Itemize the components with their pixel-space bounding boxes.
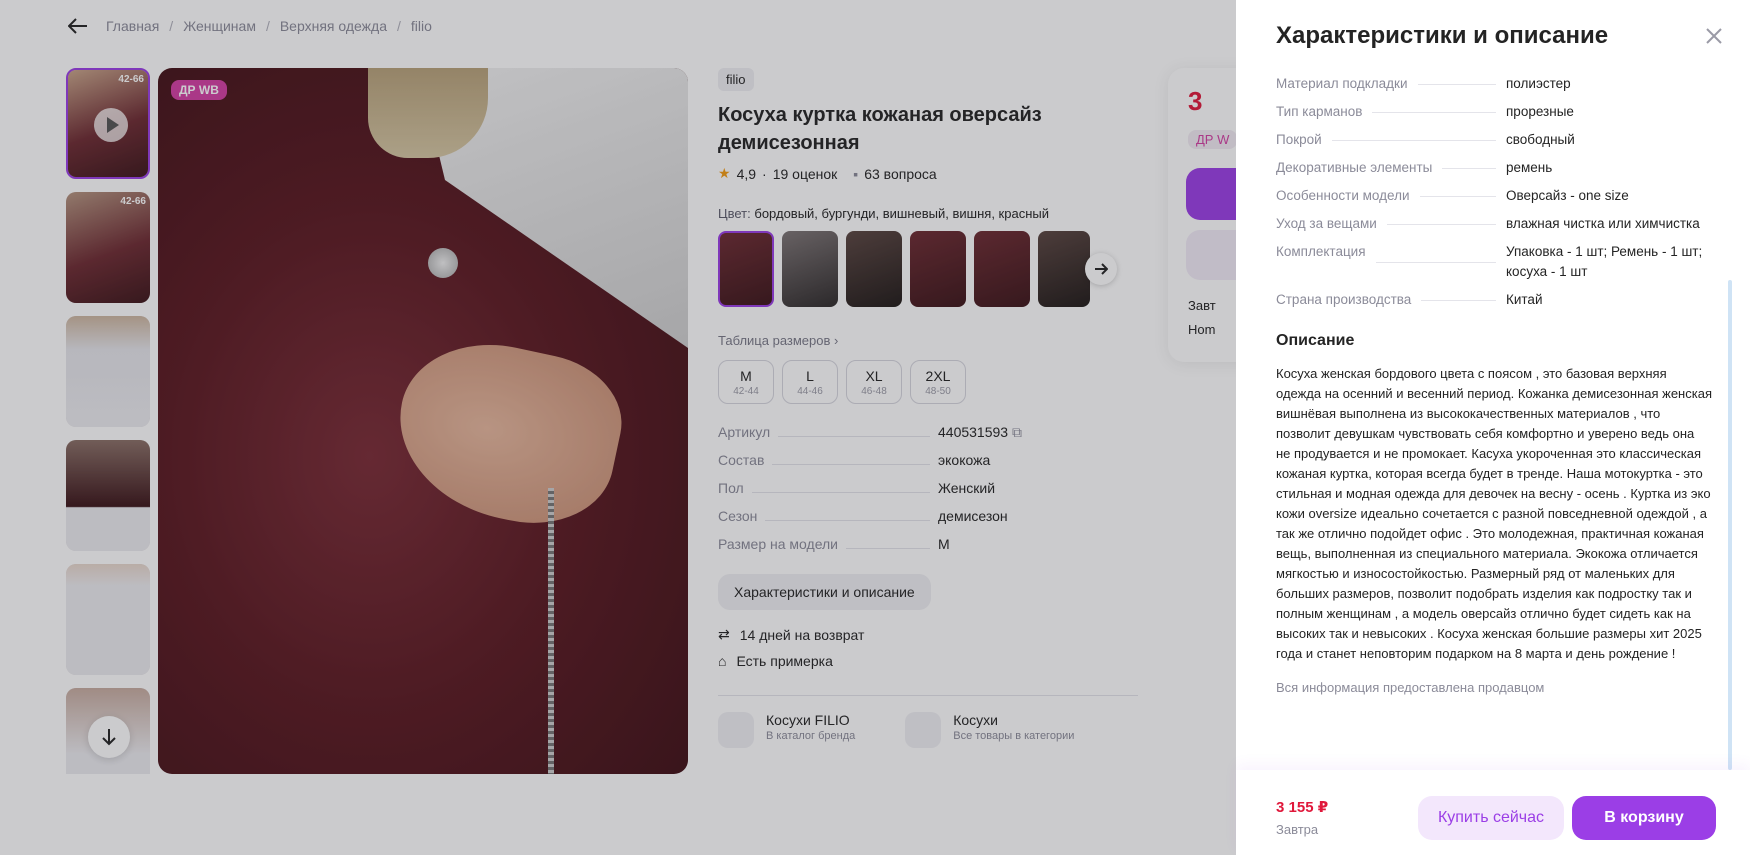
panel-spec-row: Особенности модели Оверсайз - one size <box>1276 186 1716 206</box>
spec-leader <box>1421 299 1496 301</box>
spec-leader <box>1442 167 1496 169</box>
spec-leader <box>1331 139 1496 141</box>
panel-spec-row: Уход за вещами влажная чистка или химчист… <box>1276 214 1716 234</box>
panel-spec-value: Упаковка - 1 шт; Ремень - 1 шт; косуха -… <box>1506 244 1703 279</box>
spec-leader <box>1417 83 1496 85</box>
spec-leader <box>1375 261 1496 263</box>
panel-content[interactable]: Материал подкладки полиэстер Тип карманов… <box>1276 74 1716 770</box>
panel-spec-value: прорезные <box>1506 104 1574 119</box>
panel-spec-value: Китай <box>1506 292 1543 307</box>
panel-spec-key: Уход за вещами <box>1276 216 1377 231</box>
description-text: Косуха женская бордового цвета с поясом … <box>1276 366 1712 661</box>
panel-spec-value: полиэстер <box>1506 76 1571 91</box>
panel-spec-value: влажная чистка или химчистка <box>1506 216 1700 231</box>
panel-spec-key: Страна производства <box>1276 292 1412 307</box>
panel-spec-row: Страна производства Китай <box>1276 290 1716 310</box>
panel-scrollbar[interactable] <box>1728 280 1732 770</box>
panel-spec-key: Декоративные элементы <box>1276 160 1433 175</box>
panel-spec-value: ремень <box>1506 160 1553 175</box>
seller-note: Вся информация предоставлена продавцом <box>1276 680 1545 695</box>
footer-delivery-date: Завтра <box>1276 822 1319 837</box>
spec-leader <box>1419 195 1496 197</box>
panel-spec-row: Покрой свободный <box>1276 130 1716 150</box>
panel-spec-row: Декоративные элементы ремень <box>1276 158 1716 178</box>
panel-spec-key: Покрой <box>1276 132 1322 147</box>
panel-spec-row: Тип карманов прорезные <box>1276 102 1716 122</box>
spec-leader <box>1386 223 1496 225</box>
footer-price: 3 155 ₽ <box>1276 799 1329 816</box>
panel-spec-key: Тип карманов <box>1276 104 1363 119</box>
panel-spec-key: Особенности модели <box>1276 188 1410 203</box>
panel-spec-key: Комплектация <box>1276 244 1366 259</box>
panel-spec-row: Комплектация Упаковка - 1 шт; Ремень - 1 … <box>1276 242 1716 282</box>
panel-spec-key: Материал подкладки <box>1276 76 1408 91</box>
panel-spec-value: свободный <box>1506 132 1575 147</box>
description-heading: Описание <box>1276 332 1355 349</box>
add-to-cart-button[interactable]: В корзину <box>1572 796 1716 840</box>
buy-now-button[interactable]: Купить сейчас <box>1418 796 1564 840</box>
panel-footer: 3 155 ₽ Завтра Купить сейчас В корзину <box>1236 770 1750 855</box>
close-icon[interactable] <box>1702 24 1726 48</box>
spec-leader <box>1372 111 1496 113</box>
panel-spec-row: Материал подкладки полиэстер <box>1276 74 1716 94</box>
panel-title: Характеристики и описание <box>1276 22 1609 49</box>
panel-spec-value: Оверсайз - one size <box>1506 188 1629 203</box>
characteristics-panel: Характеристики и описание Материал подкл… <box>1236 0 1750 855</box>
